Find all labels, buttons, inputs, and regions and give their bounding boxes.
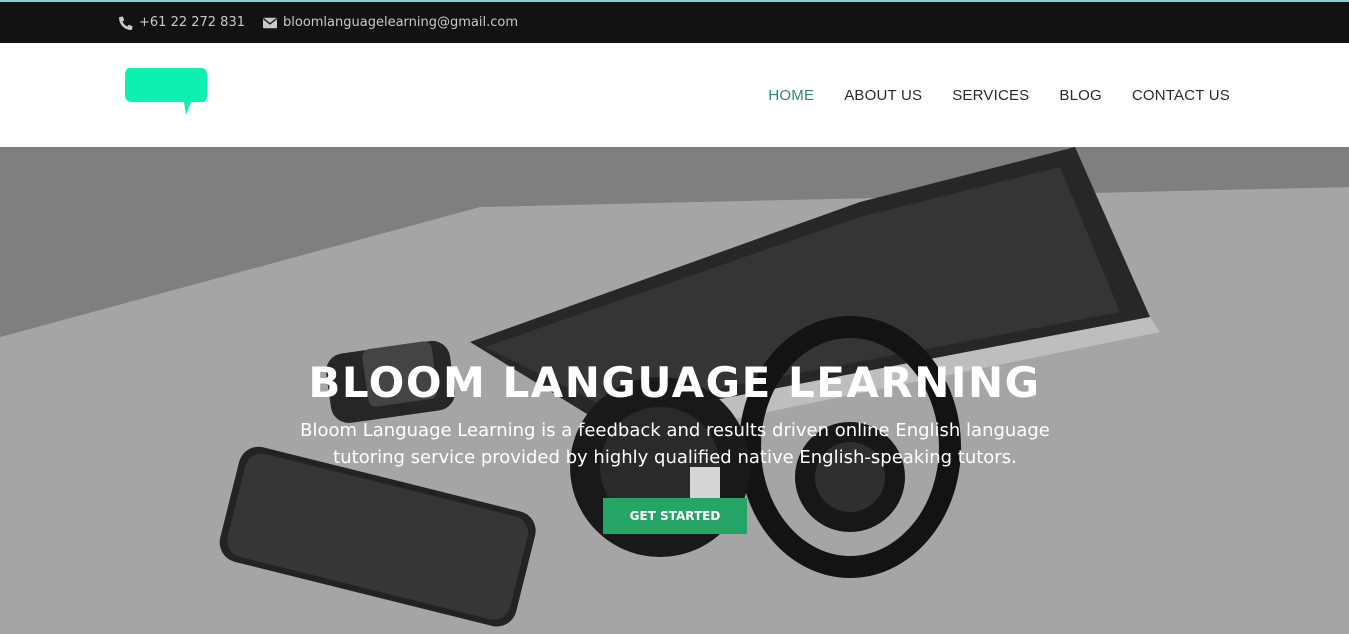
email-contact[interactable]: bloomlanguagelearning@gmail.com xyxy=(263,15,518,30)
hero-subtitle: Bloom Language Learning is a feedback an… xyxy=(300,420,1050,468)
email-address: bloomlanguagelearning@gmail.com xyxy=(283,15,518,30)
nav-blog[interactable]: BLOG xyxy=(1059,87,1101,104)
envelope-icon xyxy=(263,17,277,29)
nav-contact-us[interactable]: CONTACT US xyxy=(1132,87,1230,104)
phone-contact[interactable]: +61 22 272 831 xyxy=(119,15,245,30)
main-nav: HOME ABOUT US SERVICES BLOG CONTACT US xyxy=(768,43,1230,147)
nav-about-us[interactable]: ABOUT US xyxy=(844,87,922,104)
phone-number: +61 22 272 831 xyxy=(139,15,245,30)
speech-bubble-logo[interactable] xyxy=(124,67,208,117)
hero-title: BLOOM LANGUAGE LEARNING xyxy=(308,358,1041,407)
hero-section: BLOOM LANGUAGE LEARNING Bloom Language L… xyxy=(0,147,1349,634)
nav-home[interactable]: HOME xyxy=(768,87,814,104)
phone-icon xyxy=(119,15,133,30)
site-header: HOME ABOUT US SERVICES BLOG CONTACT US xyxy=(0,43,1349,147)
top-contact-bar: +61 22 272 831 bloomlanguagelearning@gma… xyxy=(0,0,1349,43)
contact-info: +61 22 272 831 bloomlanguagelearning@gma… xyxy=(119,2,518,43)
get-started-button[interactable]: GET STARTED xyxy=(603,498,747,534)
nav-services[interactable]: SERVICES xyxy=(952,87,1029,104)
